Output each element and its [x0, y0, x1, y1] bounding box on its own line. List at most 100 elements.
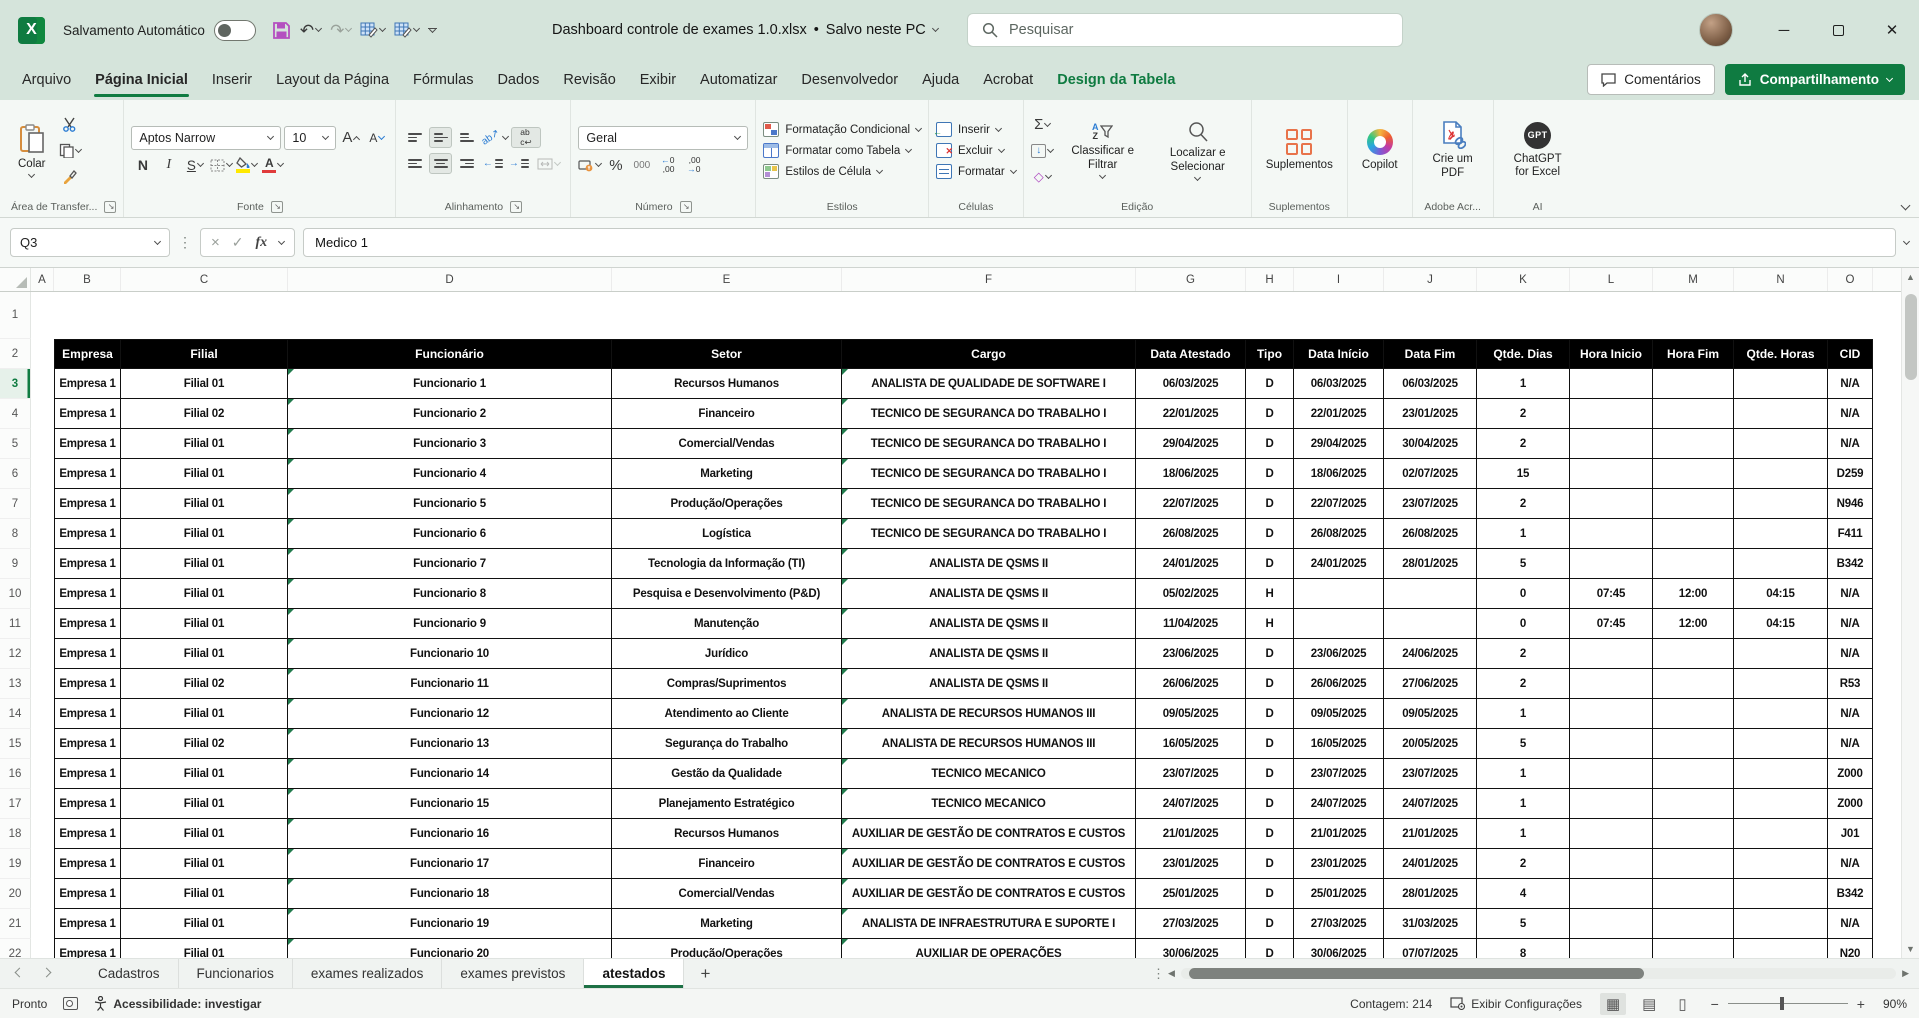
table-cell[interactable]: N/A: [1828, 849, 1873, 879]
table-cell[interactable]: [1653, 849, 1734, 879]
customize-toolbar-icon[interactable]: [428, 28, 437, 33]
table-cell[interactable]: Funcionario 12: [288, 699, 612, 729]
table-cell[interactable]: 26/06/2025: [1136, 669, 1246, 699]
row-number[interactable]: 1: [0, 292, 31, 339]
table-cell[interactable]: Funcionario 4: [288, 459, 612, 489]
wrap-text-icon[interactable]: abc↩: [511, 127, 541, 148]
cell-a[interactable]: [31, 579, 54, 609]
table-cell[interactable]: [1570, 489, 1653, 519]
table-cell[interactable]: N/A: [1828, 579, 1873, 609]
row-number[interactable]: 7: [0, 489, 31, 519]
table-cell[interactable]: [1653, 519, 1734, 549]
comma-style-icon[interactable]: 000: [630, 155, 653, 176]
table-cell[interactable]: Marketing: [612, 459, 842, 489]
table-cell[interactable]: Filial 01: [121, 519, 288, 549]
row-number[interactable]: 10: [0, 579, 31, 609]
clear-button[interactable]: ◇: [1031, 166, 1054, 187]
chatgpt-button[interactable]: GPT ChatGPT for Excel: [1501, 121, 1575, 180]
align-bottom-icon[interactable]: [455, 127, 478, 148]
enter-icon[interactable]: ✓: [232, 234, 244, 251]
maximize-button[interactable]: [1811, 0, 1865, 60]
accounting-format-icon[interactable]: [578, 155, 601, 176]
fill-color-button[interactable]: [235, 155, 258, 176]
table-cell[interactable]: H: [1246, 579, 1294, 609]
cancel-icon[interactable]: ×: [211, 234, 220, 251]
cell-a[interactable]: [31, 849, 54, 879]
row-number[interactable]: 15: [0, 729, 31, 759]
table-cell[interactable]: [1570, 729, 1653, 759]
merge-center-icon[interactable]: [533, 153, 563, 174]
table-cell[interactable]: 22/07/2025: [1294, 489, 1384, 519]
prev-sheet-icon[interactable]: [15, 967, 25, 977]
page-break-view-icon[interactable]: ▯: [1672, 993, 1692, 1015]
column-header-i[interactable]: I: [1294, 268, 1384, 291]
table-cell[interactable]: Empresa 1: [54, 939, 121, 958]
table-cell[interactable]: 26/08/2025: [1136, 519, 1246, 549]
table-cell[interactable]: D: [1246, 909, 1294, 939]
table-cell[interactable]: 1: [1477, 519, 1570, 549]
table-cell[interactable]: TECNICO MECANICO: [842, 789, 1136, 819]
table-cell[interactable]: D: [1246, 669, 1294, 699]
table-cell[interactable]: [1653, 909, 1734, 939]
table-cell[interactable]: [1570, 789, 1653, 819]
table-cell[interactable]: ANALISTA DE INFRAESTRUTURA E SUPORTE I: [842, 909, 1136, 939]
table-cell[interactable]: 20/05/2025: [1384, 729, 1477, 759]
row-number[interactable]: 18: [0, 819, 31, 849]
conditional-formatting-button[interactable]: Formatação Condicional: [763, 122, 921, 137]
row-number[interactable]: 19: [0, 849, 31, 879]
table-cell[interactable]: Empresa 1: [54, 819, 121, 849]
table-cell[interactable]: Filial 01: [121, 579, 288, 609]
table-cell[interactable]: N/A: [1828, 399, 1873, 429]
table-cell[interactable]: ANALISTA DE QSMS II: [842, 579, 1136, 609]
table-header-qtde-dias[interactable]: Qtde. Dias: [1477, 339, 1570, 369]
table-cell[interactable]: 1: [1477, 369, 1570, 399]
bold-button[interactable]: N: [131, 155, 154, 176]
table-cell[interactable]: 2: [1477, 429, 1570, 459]
cell-a[interactable]: [31, 729, 54, 759]
table-cell[interactable]: Funcionario 5: [288, 489, 612, 519]
table-cell[interactable]: 8: [1477, 939, 1570, 958]
table-cell[interactable]: N/A: [1828, 609, 1873, 639]
table-cell[interactable]: Funcionario 9: [288, 609, 612, 639]
table-cell[interactable]: Funcionario 13: [288, 729, 612, 759]
table-cell[interactable]: [1734, 939, 1828, 958]
table-cell[interactable]: AUXILIAR DE GESTÃO DE CONTRATOS E CUSTOS: [842, 849, 1136, 879]
cell-a[interactable]: [31, 519, 54, 549]
table-cell[interactable]: Empresa 1: [54, 579, 121, 609]
percent-icon[interactable]: %: [604, 155, 627, 176]
borders-button[interactable]: [209, 155, 232, 176]
table-cell[interactable]: Filial 01: [121, 429, 288, 459]
ribbon-tab-pagina-inicial[interactable]: Página Inicial: [83, 60, 200, 100]
table-cell[interactable]: Funcionario 8: [288, 579, 612, 609]
tab-scroll-split[interactable]: ⋮: [1152, 959, 1165, 988]
table-header-filial[interactable]: Filial: [121, 339, 288, 369]
italic-button[interactable]: I: [157, 155, 180, 176]
table-cell[interactable]: D: [1246, 759, 1294, 789]
font-color-button[interactable]: A: [261, 155, 284, 176]
table-cell[interactable]: [1734, 879, 1828, 909]
table-cell[interactable]: 1: [1477, 819, 1570, 849]
font-name-select[interactable]: Aptos Narrow: [131, 126, 281, 150]
table-cell[interactable]: 09/05/2025: [1294, 699, 1384, 729]
underline-button[interactable]: S: [183, 155, 206, 176]
table-cell[interactable]: 06/03/2025: [1136, 369, 1246, 399]
column-header-a[interactable]: A: [31, 268, 54, 291]
table-header-hora-fim[interactable]: Hora Fim: [1653, 339, 1734, 369]
table-cell[interactable]: ANALISTA DE QSMS II: [842, 609, 1136, 639]
table-cell[interactable]: 28/01/2025: [1384, 879, 1477, 909]
table-cell[interactable]: 23/01/2025: [1294, 849, 1384, 879]
vertical-scroll-thumb[interactable]: [1905, 294, 1917, 380]
table-cell[interactable]: 29/04/2025: [1136, 429, 1246, 459]
table-cell[interactable]: 16/05/2025: [1136, 729, 1246, 759]
table-cell[interactable]: D: [1246, 939, 1294, 958]
table-cell[interactable]: Empresa 1: [54, 369, 121, 399]
table-cell[interactable]: 21/01/2025: [1384, 819, 1477, 849]
column-header-d[interactable]: D: [288, 268, 612, 291]
table-cell[interactable]: [1570, 429, 1653, 459]
sheet-tab-exames-realizados[interactable]: exames realizados: [293, 959, 443, 988]
cell-a[interactable]: [31, 429, 54, 459]
table-cell[interactable]: Empresa 1: [54, 729, 121, 759]
table-cell[interactable]: [1570, 399, 1653, 429]
collapse-ribbon-icon[interactable]: [1901, 201, 1911, 211]
table-cell[interactable]: Funcionario 3: [288, 429, 612, 459]
